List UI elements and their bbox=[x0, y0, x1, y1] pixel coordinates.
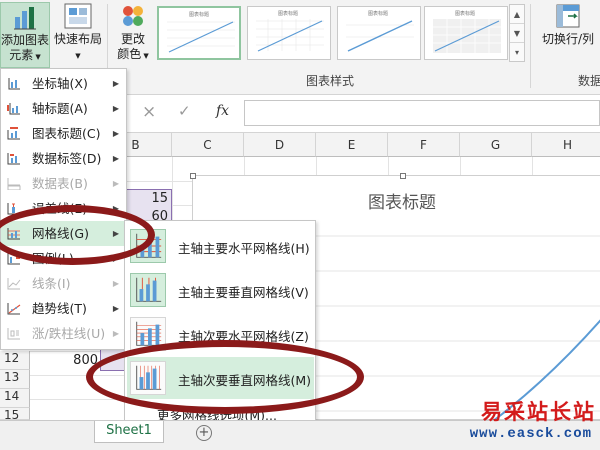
menu-item-label: 数据表(B) bbox=[32, 176, 88, 191]
menu-item-label: 轴标题(A) bbox=[32, 101, 88, 116]
axis-title-icon bbox=[7, 103, 20, 115]
add-chart-element-label-2: 元素 bbox=[9, 48, 34, 62]
submenu-arrow-icon: ▶ bbox=[112, 179, 119, 188]
submenu-arrow-icon: ▶ bbox=[112, 79, 119, 88]
change-colors-button[interactable]: 更改 颜色 ▼ bbox=[111, 2, 155, 68]
trendline-icon bbox=[7, 303, 21, 315]
enter-icon[interactable]: ✓ bbox=[178, 102, 191, 120]
insert-function-button[interactable]: fx bbox=[216, 103, 229, 119]
menu-item-label: 数据标签(D) bbox=[32, 151, 102, 166]
submenu-arrow-icon: ▶ bbox=[112, 129, 119, 138]
updown-bars-icon bbox=[7, 328, 20, 340]
quick-layout-label: 快速布局 bbox=[53, 32, 102, 46]
dropdown-caret-icon: ▼ bbox=[141, 52, 149, 60]
add-chart-element-label-1: 添加图表 bbox=[1, 33, 50, 47]
column-header-e[interactable]: E bbox=[316, 133, 388, 157]
menu-item-updown-bars: 涨/跌柱线(U) ▶ bbox=[1, 321, 126, 346]
submenu-arrow-icon: ▶ bbox=[112, 279, 119, 288]
chart-style-thumb-2[interactable]: 图表标题 bbox=[247, 6, 331, 60]
data-group-label: 数据 bbox=[578, 74, 600, 88]
column-header-g[interactable]: G bbox=[460, 133, 532, 157]
menu-item-label: 图表标题(C) bbox=[32, 126, 101, 141]
data-table-icon bbox=[7, 178, 21, 190]
watermark: 易采站长站 www.easck.com bbox=[470, 396, 600, 450]
column-header-h[interactable]: H bbox=[532, 133, 600, 157]
row-header-14[interactable]: 14 bbox=[0, 389, 30, 408]
submenu-item-label: 主轴主要垂直网格线(V) bbox=[178, 285, 309, 300]
axes-icon bbox=[8, 78, 20, 90]
row-header-13[interactable]: 13 bbox=[0, 370, 30, 389]
submenu-arrow-icon: ▶ bbox=[112, 104, 119, 113]
submenu-item-primary-major-horizontal[interactable]: 主轴主要水平网格线(H) bbox=[127, 225, 314, 267]
switch-row-column-label: 切换行/列 bbox=[541, 32, 595, 46]
menu-item-axis-titles[interactable]: 轴标题(A) ▶ bbox=[1, 96, 126, 121]
menu-item-data-labels[interactable]: 数据标签(D) ▶ bbox=[1, 146, 126, 171]
submenu-arrow-icon: ▶ bbox=[112, 304, 119, 313]
thumb-title: 图表标题 bbox=[455, 10, 475, 17]
gallery-scroll[interactable]: ▲ ▼ ▾ bbox=[509, 4, 525, 62]
thumb-title: 图表标题 bbox=[278, 10, 298, 17]
add-chart-element-button[interactable]: 添加图表 元素 ▼ bbox=[0, 2, 50, 68]
menu-item-label: 线条(I) bbox=[32, 276, 71, 291]
chart-title-icon bbox=[7, 127, 20, 140]
row-header-12[interactable]: 12 bbox=[0, 351, 30, 370]
switch-row-column-button[interactable]: 切换行/列 bbox=[536, 2, 600, 68]
annotation-oval-minor-vertical bbox=[86, 340, 364, 414]
formula-buttons: × ✓ fx bbox=[132, 102, 240, 126]
menu-item-trendline[interactable]: 趋势线(T) ▶ bbox=[1, 296, 126, 321]
quick-layout-icon bbox=[64, 3, 92, 29]
row-header-15[interactable]: 15 bbox=[0, 408, 30, 420]
watermark-text: 易采站长站 bbox=[481, 399, 596, 424]
add-chart-element-icon bbox=[14, 7, 36, 30]
gallery-down-icon[interactable]: ▼ bbox=[510, 24, 524, 43]
watermark-url: www.easck.com bbox=[469, 426, 592, 442]
cancel-icon[interactable]: × bbox=[142, 102, 156, 122]
formula-input[interactable] bbox=[244, 100, 600, 126]
dropdown-caret-icon: ▼ bbox=[33, 53, 41, 61]
ribbon-separator bbox=[530, 4, 531, 88]
menu-item-label: 趋势线(T) bbox=[32, 301, 87, 316]
submenu-arrow-icon: ▶ bbox=[112, 329, 119, 338]
chart-style-preview: 图表标题 bbox=[346, 10, 414, 52]
menu-item-lines: 线条(I) ▶ bbox=[1, 271, 126, 296]
column-header-d[interactable]: D bbox=[244, 133, 316, 157]
submenu-item-label: 主轴主要水平网格线(H) bbox=[178, 241, 310, 256]
menu-item-chart-title[interactable]: 图表标题(C) ▶ bbox=[1, 121, 126, 146]
column-header-f[interactable]: F bbox=[388, 133, 460, 157]
chart-style-preview: 图表标题 bbox=[167, 11, 235, 53]
thumb-title: 图表标题 bbox=[189, 11, 209, 18]
primary-major-vertical-gridlines-icon bbox=[130, 273, 166, 307]
sheet-tab[interactable]: Sheet1 bbox=[94, 421, 164, 443]
chart-style-preview: 图表标题 bbox=[256, 10, 324, 52]
chart-style-thumb-4[interactable]: 图表标题 bbox=[424, 6, 508, 60]
submenu-arrow-icon: ▶ bbox=[112, 154, 119, 163]
dropdown-caret-icon: ▼ bbox=[75, 52, 81, 60]
add-sheet-button[interactable]: + bbox=[196, 425, 212, 441]
quick-layout-button[interactable]: 快速布局 ▼ bbox=[52, 2, 104, 68]
chart-style-preview: 图表标题 bbox=[433, 10, 501, 53]
column-header-c[interactable]: C bbox=[172, 133, 244, 157]
submenu-item-primary-major-vertical[interactable]: 主轴主要垂直网格线(V) bbox=[127, 269, 314, 311]
thumb-title: 图表标题 bbox=[368, 10, 388, 17]
data-labels-icon bbox=[7, 153, 20, 165]
chart-resize-handle[interactable] bbox=[400, 173, 406, 179]
lines-icon bbox=[7, 278, 21, 290]
excel-window: 添加图表 元素 ▼ 快速布局 ▼ 更改 颜色 ▼ 图表标题 图表标题 图表标题 … bbox=[0, 0, 600, 450]
palette-icon bbox=[123, 6, 143, 26]
menu-item-axes[interactable]: 坐标轴(X) ▶ bbox=[1, 71, 126, 96]
change-colors-label-1: 更改 bbox=[120, 32, 145, 46]
menu-item-data-table: 数据表(B) ▶ bbox=[1, 171, 126, 196]
change-colors-label-2: 颜色 bbox=[117, 47, 142, 61]
chart-style-thumb-3[interactable]: 图表标题 bbox=[337, 6, 421, 60]
menu-item-label: 坐标轴(X) bbox=[32, 76, 88, 91]
menu-item-label: 涨/跌柱线(U) bbox=[32, 326, 106, 341]
switch-row-column-icon bbox=[556, 4, 580, 28]
gallery-more-icon[interactable]: ▾ bbox=[510, 43, 524, 62]
chart-styles-group-label: 图表样式 bbox=[305, 74, 354, 88]
chart-style-thumb-1[interactable]: 图表标题 bbox=[157, 6, 241, 60]
chart-resize-handle[interactable] bbox=[190, 173, 196, 179]
gallery-up-icon[interactable]: ▲ bbox=[510, 5, 524, 24]
